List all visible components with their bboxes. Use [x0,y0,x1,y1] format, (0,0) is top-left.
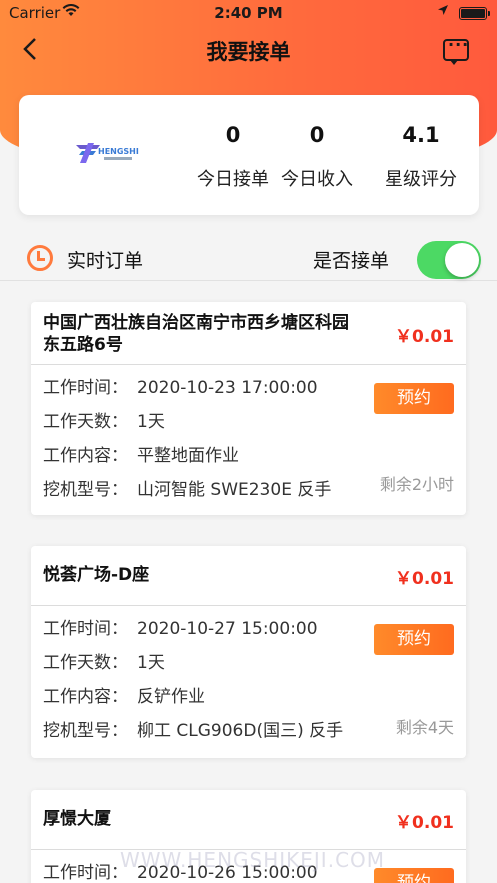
order-header: 中国广西壮族自治区南宁市西乡塘区科园东五路6号 ￥0.01 [31,302,466,365]
watermark: WWW.HENGSHIKEJI.COM [120,848,386,872]
excavator-model-row: 挖机型号： 柳工 CLG906D(国三) 反手 [43,721,344,741]
work-days-value: 1天 [137,412,165,432]
stat-label: 星级评分 [385,169,457,190]
section-title: 实时订单 [67,250,144,272]
svg-text:HENGSHI: HENGSHI [98,147,139,156]
order-header: 厚憬大厦 ￥0.01 [31,790,466,850]
remaining-time: 剩余2小时 [379,475,454,494]
order-price: ￥0.01 [395,813,454,833]
work-content-row: 工作内容： 反铲作业 [43,687,205,707]
location-arrow-icon [437,4,449,20]
clock-icon [27,245,53,271]
work-content-row: 工作内容： 平整地面作业 [43,446,239,466]
excavator-model-value: 柳工 CLG906D(国三) 反手 [137,721,344,741]
order-address: 厚憬大厦 [43,809,111,829]
stat-today-income: 0 今日收入 [267,123,367,191]
order-price: ￥0.01 [395,569,454,589]
order-card[interactable]: 悦荟广场-D座 ￥0.01 工作时间： 2020-10-27 15:00:00 工… [31,546,466,758]
accept-orders-toggle[interactable] [417,241,481,279]
order-price: ￥0.01 [395,327,454,347]
stat-value: 0 [309,123,325,147]
order-header: 悦荟广场-D座 ￥0.01 [31,546,466,606]
reserve-button[interactable]: 预约 [374,868,454,883]
reserve-button[interactable]: 预约 [374,383,454,414]
stat-star-rating: 4.1 星级评分 [371,123,471,191]
stat-value: 4.1 [402,123,440,147]
order-address: 中国广西壮族自治区南宁市西乡塘区科园东五路6号 [43,313,349,355]
order-details: 工作时间： 2020-10-23 17:00:00 工作天数： 1天 工作内容： 平整… [31,365,466,515]
status-bar: Carrier 2:40 PM [0,0,497,26]
work-content-value: 反铲作业 [137,687,205,707]
remaining-time: 剩余4天 [395,718,454,737]
accept-orders-label: 是否接单 [312,250,389,272]
message-icon[interactable] [443,35,469,65]
stats-card: HENGSHI 0 今日接单 0 今日收入 4.1 星级评分 [19,95,479,215]
work-content-value: 平整地面作业 [137,446,239,466]
order-details: 工作时间： 2020-10-27 15:00:00 工作天数： 1天 工作内容： 反铲… [31,606,466,758]
work-time-value: 2020-10-23 17:00:00 [137,378,318,398]
realtime-orders-bar: 实时订单 是否接单 [0,235,497,281]
stat-label: 今日收入 [281,169,353,190]
work-days-value: 1天 [137,653,165,673]
order-address: 悦荟广场-D座 [43,565,150,585]
excavator-model-value: 山河智能 SWE230E 反手 [137,480,332,500]
page-title: 我要接单 [206,40,291,64]
nav-bar: 我要接单 [0,26,497,76]
clock-time: 2:40 PM [214,4,283,22]
company-logo: HENGSHI [74,139,144,167]
order-card[interactable]: 中国广西壮族自治区南宁市西乡塘区科园东五路6号 ￥0.01 工作时间： 2020-… [31,302,466,515]
work-time-value: 2020-10-27 15:00:00 [137,619,318,639]
reserve-button[interactable]: 预约 [374,624,454,655]
battery-icon [459,7,490,20]
